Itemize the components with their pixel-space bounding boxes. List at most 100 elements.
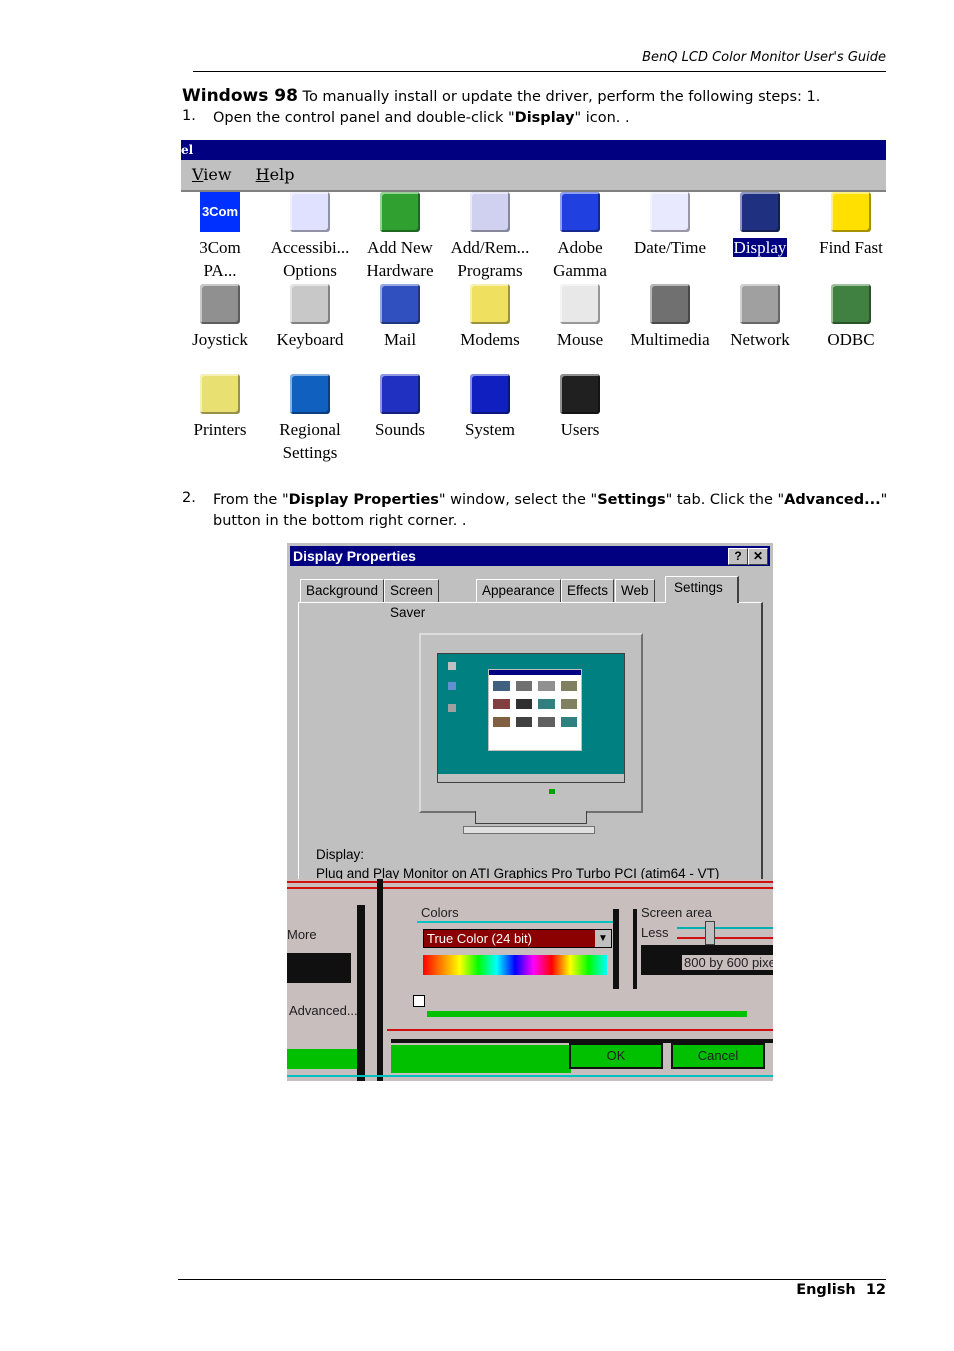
control-panel-item[interactable]: Modems xyxy=(445,284,535,351)
desktop-icon xyxy=(448,682,456,690)
screen-area-label: Screen area xyxy=(641,905,712,920)
control-panel-item[interactable]: Multimedia xyxy=(625,284,715,351)
printers-icon xyxy=(200,374,240,414)
control-panel-item[interactable]: Adobe Gamma xyxy=(535,192,625,282)
recycle-bin-icon xyxy=(448,704,456,712)
step-text: Open the control panel and double-click … xyxy=(213,108,630,129)
mouse-icon xyxy=(560,284,600,324)
tab-screen-saver[interactable]: Screen Saver xyxy=(384,579,439,620)
settings-lower-area: More Advanced... Colors True Color (24 b… xyxy=(287,879,773,1081)
control-panel-item[interactable]: Sounds xyxy=(355,374,445,441)
ok-button[interactable]: OK xyxy=(569,1043,663,1069)
control-panel-item-label: Multimedia xyxy=(630,330,710,349)
sounds-icon xyxy=(380,374,420,414)
control-panel-item[interactable]: Keyboard xyxy=(265,284,355,351)
odbc-icon xyxy=(831,284,871,324)
control-panel-item[interactable]: Joystick xyxy=(181,284,265,351)
desktop-preview xyxy=(437,653,625,783)
control-panel-item[interactable]: Network xyxy=(715,284,805,351)
control-panel-item[interactable]: 3Com 3Com PA... xyxy=(181,192,265,282)
accessibility-icon xyxy=(290,192,330,232)
control-panel-item[interactable]: Accessibi... Options xyxy=(265,192,355,282)
control-panel-item-label: Mail xyxy=(383,330,417,349)
checkbox[interactable] xyxy=(413,995,425,1007)
step-text-pre: Open the control panel and double-click … xyxy=(213,110,515,126)
control-panel-item[interactable]: Date/Time xyxy=(625,192,715,259)
colors-dropdown[interactable]: True Color (24 bit) ▼ xyxy=(423,929,612,948)
colors-value: True Color (24 bit) xyxy=(427,931,532,946)
control-panel-item[interactable]: Find Fast xyxy=(806,192,886,259)
running-header: BenQ LCD Color Monitor User's Guide xyxy=(642,50,886,65)
control-panel-item[interactable]: Add/Rem... Programs xyxy=(445,192,535,282)
control-panel-item-label: Display xyxy=(731,237,789,258)
regional-settings-icon xyxy=(290,374,330,414)
color-spectrum-bar xyxy=(423,955,607,975)
date-time-icon xyxy=(650,192,690,232)
resolution-value: 800 by 600 pixels xyxy=(682,955,773,970)
resolution-slider-thumb[interactable] xyxy=(705,921,715,945)
control-panel-item[interactable]: Display xyxy=(715,192,805,259)
step-number: 1. xyxy=(182,108,196,124)
menu-help[interactable]: Help xyxy=(256,165,295,184)
keyboard-icon xyxy=(290,284,330,324)
help-button[interactable]: ? xyxy=(728,548,748,565)
footer: English 12 xyxy=(796,1282,886,1298)
control-panel-screenshot: el View Help 3Com 3Com PA... Accessibi... … xyxy=(181,140,886,480)
control-panel-item-label: Find Fast xyxy=(819,238,883,257)
close-button[interactable]: ✕ xyxy=(748,548,768,565)
intro-paragraph: Windows 98 To manually install or update… xyxy=(182,86,892,106)
tab-effects[interactable]: Effects xyxy=(561,579,615,602)
control-panel-item-label: ODBC xyxy=(827,330,875,349)
advanced-button[interactable]: Advanced... xyxy=(289,1003,358,1018)
control-panel-item-label: Network xyxy=(730,330,790,349)
monitor-preview xyxy=(419,633,643,813)
preview-taskbar xyxy=(438,774,624,782)
control-panel-item[interactable]: Printers xyxy=(181,374,265,441)
control-panel-item-label: Regional Settings xyxy=(279,420,341,462)
power-led-icon xyxy=(549,789,555,794)
control-panel-item-label: Mouse xyxy=(556,330,604,349)
header-rule xyxy=(193,71,886,72)
tab-background[interactable]: Background xyxy=(300,579,385,602)
control-panel-item[interactable]: ODBC xyxy=(806,284,886,351)
tab-appearance[interactable]: Appearance xyxy=(476,579,561,602)
step-number: 2. xyxy=(182,490,196,506)
menu-bar: View Help xyxy=(181,160,886,192)
display-icon xyxy=(740,192,780,232)
menu-view[interactable]: View xyxy=(192,165,232,184)
control-panel-item-label: Modems xyxy=(460,330,520,349)
control-panel-item[interactable]: Regional Settings xyxy=(265,374,355,464)
chevron-down-icon[interactable]: ▼ xyxy=(595,930,611,947)
footer-rule xyxy=(178,1279,886,1280)
control-panel-item-label: Date/Time xyxy=(633,238,707,257)
control-panel-item-label: Add/Rem... Programs xyxy=(450,238,530,280)
control-panel-item-label: Printers xyxy=(193,420,247,439)
less-label: Less xyxy=(641,925,669,940)
control-panel-item-label: Adobe Gamma xyxy=(553,238,607,280)
tab-settings[interactable]: Settings xyxy=(665,576,739,603)
desktop-icon xyxy=(448,662,456,670)
tab-web[interactable]: Web xyxy=(615,579,655,602)
control-panel-item[interactable]: Users xyxy=(535,374,625,441)
window-title: el xyxy=(181,143,194,157)
control-panel-item-label: System xyxy=(464,420,516,439)
cancel-button[interactable]: Cancel xyxy=(671,1043,765,1069)
joystick-icon xyxy=(200,284,240,324)
intro-text: To manually install or update the driver… xyxy=(302,89,821,105)
control-panel-item[interactable]: Mouse xyxy=(535,284,625,351)
control-panel-item-label: Keyboard xyxy=(276,330,344,349)
monitor-stand xyxy=(475,811,587,824)
control-panel-item[interactable]: Mail xyxy=(355,284,445,351)
colors-label: Colors xyxy=(421,905,459,920)
dialog-titlebar: Display Properties ? ✕ xyxy=(290,546,770,566)
control-panel-item[interactable]: Add New Hardware xyxy=(355,192,445,282)
control-panel-item-label: Accessibi... Options xyxy=(270,238,350,280)
control-panel-item[interactable]: System xyxy=(445,374,535,441)
3com-icon: 3Com xyxy=(200,192,240,232)
footer-language: English xyxy=(796,1282,856,1298)
control-panel-item-label: Add New Hardware xyxy=(366,238,434,280)
mail-icon xyxy=(380,284,420,324)
dialog-title: Display Properties xyxy=(293,548,416,564)
os-heading: Windows 98 xyxy=(182,86,298,106)
step-text-post: " icon. . xyxy=(574,110,630,126)
